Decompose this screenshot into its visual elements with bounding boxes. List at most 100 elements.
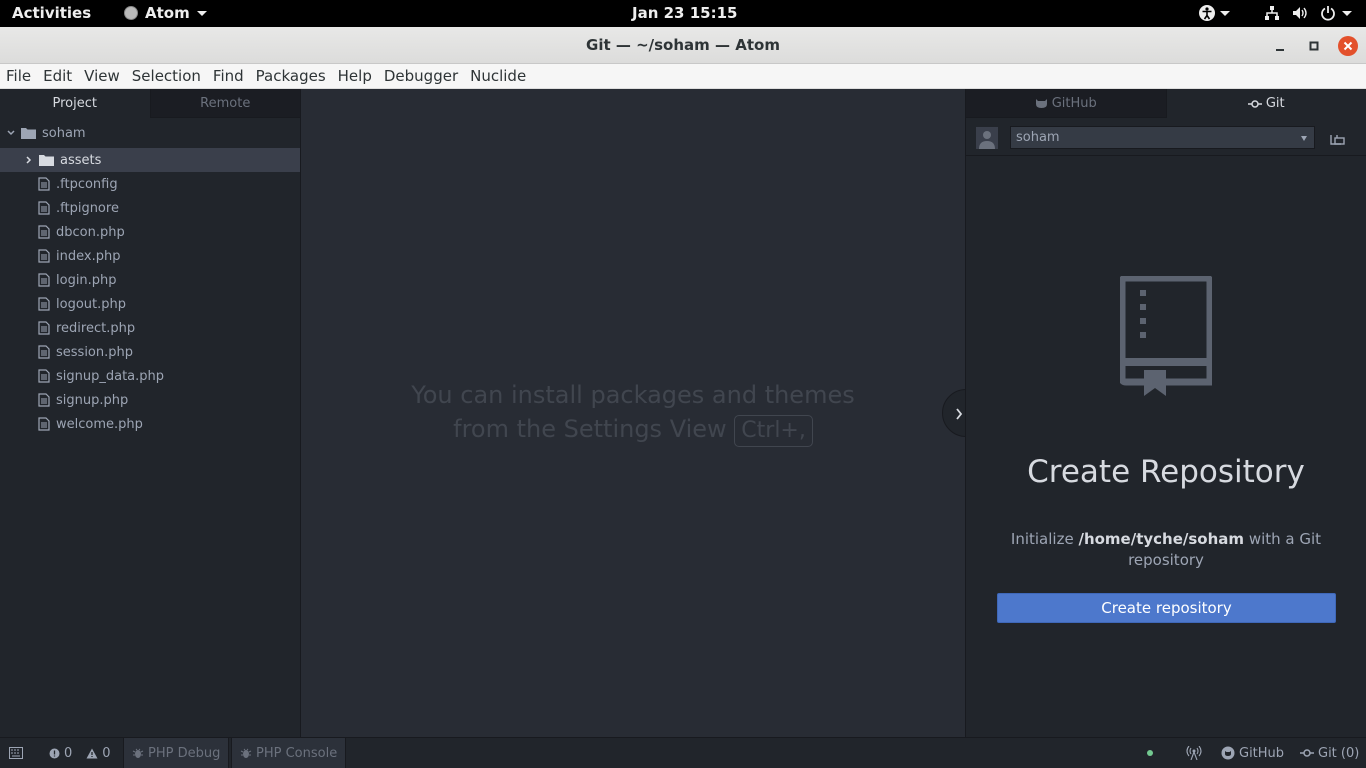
atom-app-icon [124, 6, 138, 20]
accessibility-icon[interactable] [1198, 4, 1216, 22]
menu-file[interactable]: File [6, 67, 31, 85]
tab-remote[interactable]: Remote [149, 89, 300, 118]
git-commit-icon [1247, 99, 1262, 109]
diagnostics-summary[interactable]: 0 0 [49, 738, 111, 768]
menu-find[interactable]: Find [213, 67, 244, 85]
tree-file[interactable]: session.php [0, 340, 300, 364]
tree-file[interactable]: redirect.php [0, 316, 300, 340]
file-text-icon [38, 417, 50, 431]
tree-file-label: logout.php [56, 296, 126, 312]
tree-file-label: redirect.php [56, 320, 136, 336]
error-icon [49, 748, 60, 759]
chevron-down-icon[interactable] [1342, 10, 1352, 16]
php-debug-button[interactable]: PHP Debug [123, 738, 230, 768]
file-text-icon [38, 177, 50, 191]
activities-button[interactable]: Activities [12, 4, 91, 22]
bug-icon [240, 747, 252, 759]
menu-edit[interactable]: Edit [43, 67, 72, 85]
tree-view-panel: Project Remote soham assets .ftpconfig .… [0, 89, 301, 737]
chevron-right-icon [24, 155, 34, 165]
file-text-icon [38, 297, 50, 311]
tree-file[interactable]: signup.php [0, 388, 300, 412]
tree-file[interactable]: .ftpconfig [0, 172, 300, 196]
github-octocat-icon [1035, 97, 1048, 109]
status-indicator-dot [1147, 750, 1153, 756]
github-status-button[interactable]: GitHub [1221, 738, 1284, 768]
tree-file[interactable]: .ftpignore [0, 196, 300, 220]
chevron-down-icon [6, 128, 16, 138]
tree-file[interactable]: login.php [0, 268, 300, 292]
tree-file-label: signup_data.php [56, 368, 165, 384]
php-console-button[interactable]: PHP Console [231, 738, 347, 768]
menu-packages[interactable]: Packages [256, 67, 326, 85]
chevron-down-icon [1301, 136, 1307, 141]
tree-panel-tabs: Project Remote [0, 89, 300, 118]
tab-git-label: Git [1265, 96, 1285, 111]
window-title: Git — ~/soham — Atom [586, 36, 780, 54]
error-count: 0 [64, 745, 73, 761]
git-status-button[interactable]: Git (0) [1300, 738, 1359, 768]
tab-project[interactable]: Project [0, 89, 150, 118]
keyboard-shortcut: Ctrl+, [734, 415, 813, 447]
init-description: Initialize /home/tyche/soham with a Git … [996, 529, 1336, 571]
git-panel: GitHub Git soham Create Repository Initi… [965, 89, 1366, 737]
github-status-label: GitHub [1239, 745, 1285, 761]
tree-file[interactable]: index.php [0, 244, 300, 268]
editor-area[interactable]: You can install packages and themes from… [301, 89, 990, 737]
welcome-hint-line2: from the Settings View [453, 415, 727, 443]
create-repository-button[interactable]: Create repository [997, 593, 1336, 623]
close-button[interactable] [1338, 36, 1358, 56]
tree-file-label: session.php [56, 344, 133, 360]
file-text-icon [38, 225, 50, 239]
user-select[interactable]: soham [1010, 126, 1315, 149]
file-text-icon [38, 369, 50, 383]
menu-selection[interactable]: Selection [132, 67, 201, 85]
maximize-button[interactable] [1304, 36, 1324, 56]
tree-file[interactable]: logout.php [0, 292, 300, 316]
tab-github[interactable]: GitHub [966, 89, 1167, 118]
git-identity-bar: soham [966, 118, 1366, 156]
create-repository-heading: Create Repository [1027, 454, 1305, 490]
window-titlebar[interactable]: Git — ~/soham — Atom [0, 27, 1366, 64]
system-tray[interactable] [1198, 4, 1352, 22]
file-text-icon [38, 345, 50, 359]
file-text-icon [38, 273, 50, 287]
menu-debugger[interactable]: Debugger [384, 67, 458, 85]
tree-folder-assets[interactable]: assets [0, 148, 300, 172]
file-text-icon [38, 201, 50, 215]
power-icon[interactable] [1320, 5, 1336, 21]
tree-file[interactable]: signup_data.php [0, 364, 300, 388]
tab-git[interactable]: Git [1166, 89, 1366, 118]
menu-nuclide[interactable]: Nuclide [470, 67, 526, 85]
app-menu-label: Atom [145, 4, 190, 22]
gnome-top-bar: Activities Atom Jan 23 15:15 [0, 0, 1366, 27]
init-prefix: Initialize [1010, 530, 1074, 548]
chevron-down-icon [196, 10, 207, 16]
app-menu[interactable]: Atom [124, 4, 207, 22]
volume-icon[interactable] [1292, 5, 1308, 21]
terminal-toggle-icon[interactable] [9, 738, 23, 768]
chevron-down-icon[interactable] [1220, 10, 1230, 16]
tree-file-label: .ftpconfig [56, 176, 118, 192]
menu-view[interactable]: View [84, 67, 120, 85]
tree-file[interactable]: dbcon.php [0, 220, 300, 244]
broadcast-icon[interactable] [1186, 738, 1202, 768]
repository-book-icon [1120, 276, 1212, 398]
bug-icon [132, 747, 144, 759]
tree-file-label: signup.php [56, 392, 129, 408]
file-text-icon [38, 321, 50, 335]
init-path: /home/tyche/soham [1078, 530, 1245, 548]
network-icon[interactable] [1264, 5, 1280, 21]
git-status-label: Git (0) [1318, 745, 1360, 761]
tree-file[interactable]: welcome.php [0, 412, 300, 436]
clock[interactable]: Jan 23 15:15 [632, 4, 737, 22]
warning-icon [86, 748, 98, 759]
user-select-value: soham [1016, 130, 1060, 145]
menu-help[interactable]: Help [338, 67, 372, 85]
co-author-toggle-icon[interactable] [1330, 131, 1346, 145]
tree-file-label: dbcon.php [56, 224, 125, 240]
minimize-button[interactable] [1270, 36, 1290, 56]
tab-github-label: GitHub [1051, 95, 1097, 111]
github-icon [1221, 746, 1235, 760]
tree-root-folder[interactable]: soham [0, 121, 300, 145]
